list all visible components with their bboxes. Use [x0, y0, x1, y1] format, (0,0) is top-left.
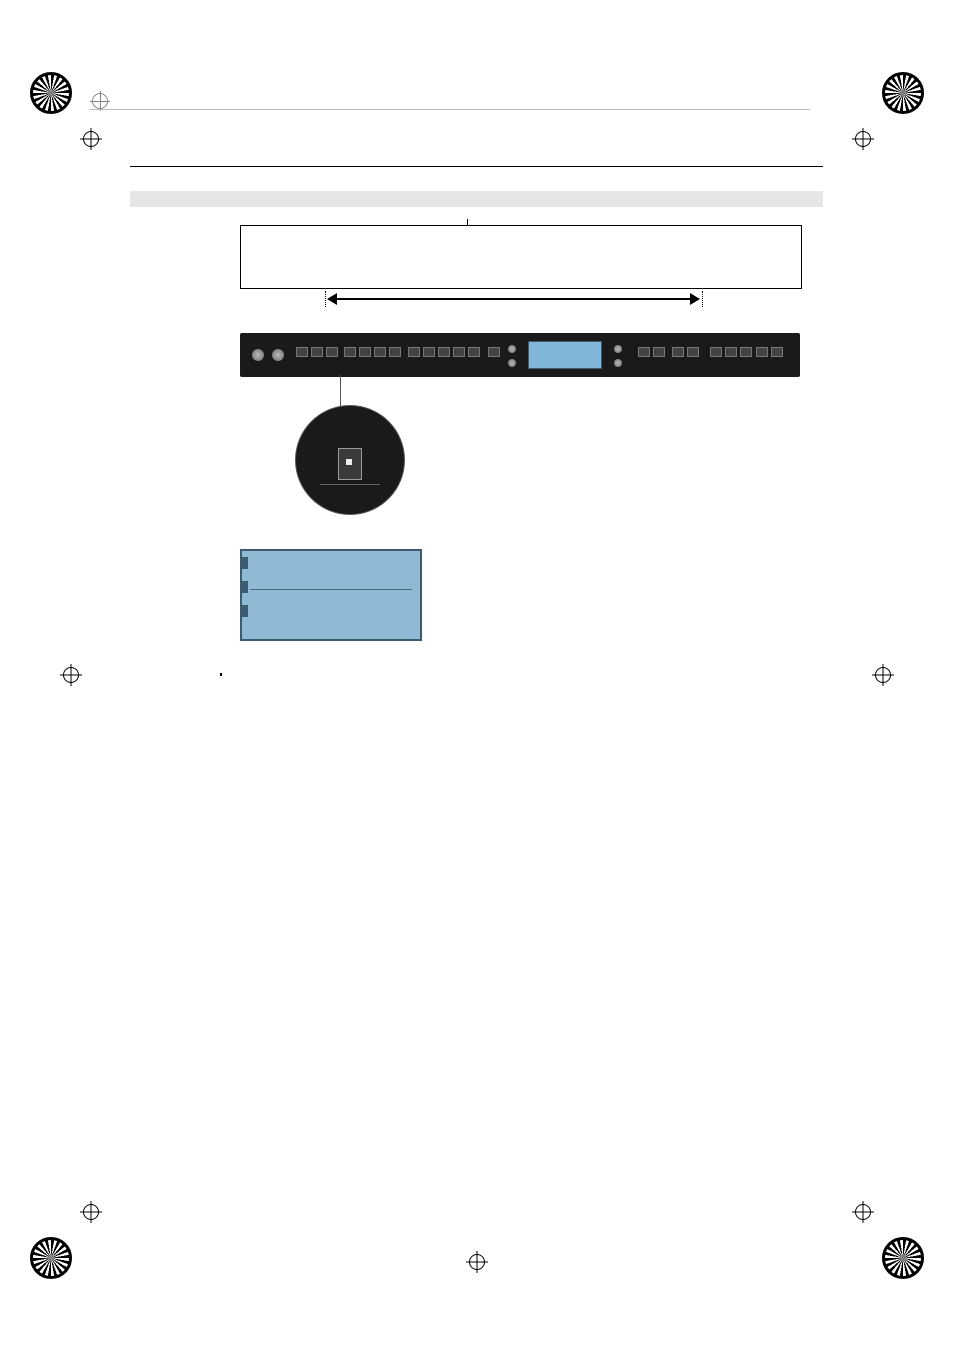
split-button-illustration — [338, 448, 362, 480]
crosshair-icon — [80, 1201, 102, 1223]
panel-lcd — [528, 341, 602, 369]
panel-knob-icon — [614, 345, 622, 353]
printer-mark-icon — [30, 1237, 72, 1279]
panel-knob-icon — [614, 359, 622, 367]
printer-mark-icon — [30, 72, 72, 114]
crosshair-icon — [60, 664, 82, 686]
keyboard-diagram — [240, 225, 800, 307]
page-body — [130, 160, 823, 681]
intro-paragraphs — [240, 225, 800, 527]
subheading — [130, 191, 823, 207]
memo-row — [130, 663, 823, 681]
panel-knob-icon — [508, 359, 516, 367]
memo-icon — [130, 663, 222, 681]
crosshair-icon — [466, 1251, 488, 1273]
lcd-side-icon — [242, 605, 248, 617]
crosshair-icon — [852, 128, 874, 150]
printer-mark-icon — [882, 72, 924, 114]
panel-knob-icon — [272, 349, 284, 361]
callout-row — [320, 432, 380, 445]
lcd-screenshot — [240, 549, 422, 641]
book-info-line — [90, 88, 124, 114]
crosshair-small-icon — [90, 91, 110, 111]
lcd-side-icon — [242, 581, 248, 593]
running-head-rule — [130, 166, 823, 167]
keyboard-illustration — [240, 225, 802, 289]
crosshair-icon — [872, 664, 894, 686]
lcd-side-icon — [242, 557, 248, 569]
crosshair-icon — [852, 1201, 874, 1223]
crosshair-icon — [80, 128, 102, 150]
range-arrow — [240, 291, 800, 307]
step-body — [240, 549, 800, 641]
panel-knob-icon — [508, 345, 516, 353]
callout-bottom-label — [320, 484, 380, 488]
callout-circle — [295, 405, 405, 515]
callout-wrap — [240, 377, 800, 527]
book-info-rule — [90, 109, 810, 110]
device-panel-illustration — [240, 333, 800, 377]
panel-knob-icon — [252, 349, 264, 361]
printer-mark-icon — [882, 1237, 924, 1279]
